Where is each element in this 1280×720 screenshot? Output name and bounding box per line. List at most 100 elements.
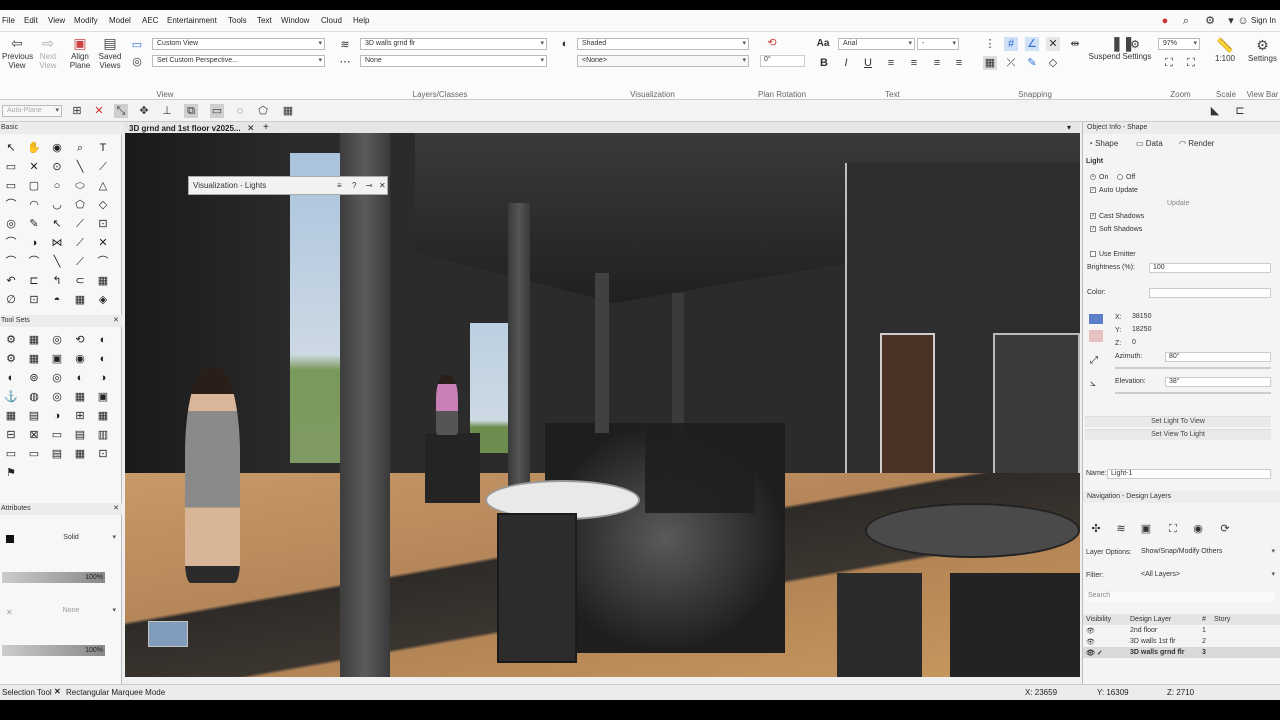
mode-rect-icon[interactable]: ▭ (210, 104, 224, 118)
next-view-button[interactable]: ⇨ Next View (36, 36, 60, 70)
tool-icon[interactable]: ⚙ (3, 332, 19, 348)
previous-view-button[interactable]: ⇦ Previous View (2, 36, 33, 70)
menu-entertainment[interactable]: Entertainment (167, 16, 217, 25)
fit-to-window-icon[interactable]: ⛶ (1162, 56, 1176, 70)
tool-icon[interactable]: ╲ (49, 254, 65, 270)
set-light-to-view-button[interactable]: Set Light To View (1085, 416, 1271, 427)
tool-icon[interactable]: ▦ (72, 389, 88, 405)
elevation-slider[interactable] (1115, 392, 1271, 394)
layers-stack-icon[interactable]: ≋ (1114, 522, 1128, 536)
tool-icon[interactable]: ▥ (95, 427, 111, 443)
font-size-dropdown[interactable]: - (917, 38, 959, 50)
render-style-dropdown[interactable]: <None> (577, 55, 749, 67)
tool-icon[interactable]: ▭ (26, 446, 42, 462)
elevation-field[interactable]: 38° (1165, 377, 1271, 387)
mode-x-icon[interactable]: ✕ (92, 104, 106, 118)
align-right-icon[interactable]: ≡ (930, 56, 944, 70)
layer-search-input[interactable]: Search (1085, 592, 1275, 602)
tool-icon[interactable]: ✎ (26, 216, 42, 232)
tool-icon[interactable]: ◈ (95, 292, 111, 308)
snap-angle-icon[interactable]: ∠ (1025, 37, 1039, 51)
eye-icon[interactable]: 👁 ✓ (1083, 647, 1127, 658)
underline-icon[interactable]: U (861, 56, 875, 70)
tool-icon[interactable]: ◑ (26, 235, 42, 251)
menu-file[interactable]: File (2, 16, 15, 25)
tool-icon[interactable]: ▤ (72, 427, 88, 443)
pin-icon[interactable]: ⊸ (366, 177, 373, 195)
close-icon[interactable]: ✕ (379, 177, 386, 195)
tool-icon[interactable]: ✋ (26, 140, 42, 156)
tool-icon[interactable]: ⊡ (95, 216, 111, 232)
menu-tools[interactable]: Tools (228, 16, 247, 25)
tab-shape[interactable]: ◔ Shape (1088, 139, 1118, 148)
tool-icon[interactable]: ▦ (26, 351, 42, 367)
menu-cloud[interactable]: Cloud (321, 16, 342, 25)
layer-options-dropdown[interactable]: Show/Snap/Modify Others (1137, 547, 1277, 559)
tool-icon[interactable]: ▣ (95, 389, 111, 405)
layer-edit-icon[interactable]: ⛶ (1166, 522, 1180, 536)
tool-icon[interactable]: ⌕ (72, 140, 88, 156)
sign-in-link[interactable]: Sign In (1251, 16, 1276, 25)
suspend-settings-button[interactable]: ❚❚ Suspend Settings (1088, 36, 1152, 61)
tool-icon[interactable]: ⚓ (3, 389, 19, 405)
rectangular-marquee-icon[interactable]: ⤡ (114, 104, 128, 118)
tool-icon[interactable]: ⚑ (3, 465, 19, 481)
tool-icon[interactable]: ▣ (49, 351, 65, 367)
filter-dropdown[interactable]: <All Layers> (1137, 570, 1277, 582)
tool-icon[interactable]: ▦ (26, 332, 42, 348)
snap-surface-icon[interactable]: ◇ (1046, 56, 1060, 70)
menu-model[interactable]: Model (109, 16, 131, 25)
table-row[interactable]: 👁 3D walls 1st flr 2 (1083, 636, 1280, 647)
menu-icon[interactable]: ≡ (337, 177, 342, 195)
tool-icon[interactable]: ⊡ (26, 292, 42, 308)
tool-icon[interactable]: ◎ (3, 216, 19, 232)
camera-icon[interactable]: ◣ (1208, 104, 1222, 118)
menu-help[interactable]: Help (353, 16, 369, 25)
scale-button[interactable]: 📏 1:100 (1210, 38, 1240, 63)
tool-icon[interactable]: ⊠ (26, 427, 42, 443)
tab-render[interactable]: ◠ Render (1179, 139, 1214, 148)
tool-icon[interactable]: ▤ (26, 408, 42, 424)
use-emitter-checkbox[interactable]: Use Emitter (1090, 251, 1136, 258)
tool-icon[interactable]: ⬭ (72, 178, 88, 194)
plane-dropdown[interactable]: Auto-Plane (2, 105, 62, 117)
mode-poly-icon[interactable]: ⬠ (256, 104, 270, 118)
gear-icon[interactable]: ⚙ (1203, 14, 1217, 28)
snap-grid-icon[interactable]: ⋮ (983, 37, 997, 51)
visualization-lights-palette[interactable]: Visualization - Lights ≡ ? ⊸ ✕ (188, 176, 388, 195)
x-field[interactable]: 38150 (1129, 313, 1271, 323)
color-swatch[interactable] (1149, 288, 1271, 298)
tool-icon[interactable]: ⊞ (72, 408, 88, 424)
off-radio[interactable]: Off (1117, 174, 1135, 181)
align-plane-button[interactable]: ▣ Align Plane (66, 36, 94, 70)
on-radio[interactable]: • On (1090, 174, 1108, 181)
camera-layer-icon[interactable]: ◉ (1191, 522, 1205, 536)
snap-smart-point-icon[interactable]: ✎ (1025, 56, 1039, 70)
menu-aec[interactable]: AEC (142, 16, 158, 25)
tool-icon[interactable]: ◇ (95, 197, 111, 213)
saved-views-button[interactable]: ▤ Saved Views (96, 36, 124, 70)
tool-icon[interactable]: ✕ (95, 235, 111, 251)
justify-icon[interactable]: ≡ (952, 56, 966, 70)
tool-icon[interactable]: ◉ (72, 351, 88, 367)
mode-lasso-icon[interactable]: ◌ (233, 104, 247, 118)
close-icon[interactable]: ✕ (113, 503, 119, 515)
snap-object-icon[interactable]: # (1004, 37, 1018, 51)
mode-axis-icon[interactable]: ⊥ (160, 104, 174, 118)
tool-icon[interactable]: ◓ (49, 292, 65, 308)
tool-icon[interactable]: ⬠ (72, 197, 88, 213)
snap-tangent-icon[interactable]: ⤫ (1004, 56, 1018, 70)
view-dropdown[interactable]: Custom View (152, 38, 325, 50)
tool-icon[interactable]: ∅ (3, 292, 19, 308)
tool-icon[interactable]: ⌒ (3, 254, 19, 270)
tool-icon[interactable]: ◎ (49, 389, 65, 405)
set-view-to-light-button[interactable]: Set View To Light (1085, 429, 1271, 440)
tool-icon[interactable]: ◎ (49, 332, 65, 348)
tool-icon[interactable]: ◐ (95, 351, 111, 367)
snap-intersection-icon[interactable]: ✕ (1046, 37, 1060, 51)
document-tab[interactable]: 3D grnd and 1st floor v2025... (129, 124, 241, 133)
tool-icon[interactable]: ◑ (95, 370, 111, 386)
snap-distance-icon[interactable]: ⇹ (1068, 37, 1082, 51)
tool-icon[interactable]: ⌒ (3, 197, 19, 213)
tool-icon[interactable]: ✕ (26, 159, 42, 175)
